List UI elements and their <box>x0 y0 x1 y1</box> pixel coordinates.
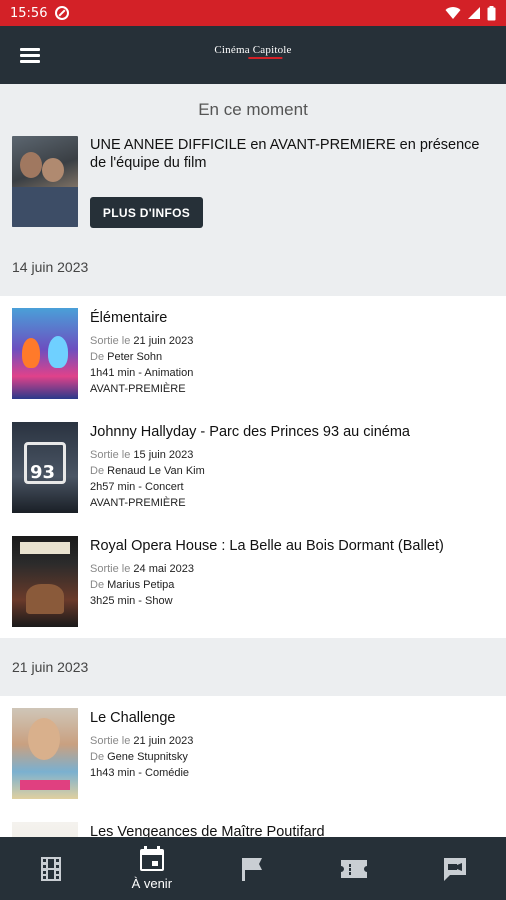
main-content[interactable]: En ce moment UNE ANNEE DIFFICILE en AVAN… <box>0 84 506 837</box>
by-label: De <box>90 351 105 363</box>
movie-title: Royal Opera House : La Belle au Bois Dor… <box>90 538 444 554</box>
release-date: 21 juin 2023 <box>133 735 194 747</box>
release-line: Sortie le 21 juin 2023 <box>90 735 193 747</box>
movie-poster[interactable] <box>12 708 78 799</box>
movie-item[interactable]: 93 Johnny Hallyday - Parc des Princes 93… <box>0 410 506 524</box>
menu-button[interactable] <box>0 26 60 84</box>
tab-a-venir[interactable]: À venir <box>101 837 202 900</box>
release-label: Sortie le <box>90 449 131 461</box>
movie-details: 1h41 min - Animation <box>90 367 194 379</box>
movie-details: 1h43 min - Comédie <box>90 767 190 779</box>
hamburger-icon <box>20 48 40 63</box>
director-line: De Gene Stupnitsky <box>90 751 188 763</box>
calendar-icon <box>139 846 164 871</box>
movie-title: Le Challenge <box>90 710 176 726</box>
release-date: 15 juin 2023 <box>133 449 194 461</box>
cinema-logo: Cinéma Capitole <box>214 44 291 59</box>
release-label: Sortie le <box>90 335 131 347</box>
movie-poster[interactable] <box>12 308 78 399</box>
tab-messages[interactable] <box>405 837 506 900</box>
logo-underline <box>248 57 283 59</box>
director-line: De Renaud Le Van Kim <box>90 465 205 477</box>
tab-label: À venir <box>131 876 173 891</box>
status-time: 15:56 <box>10 5 48 21</box>
release-line: Sortie le 21 juin 2023 <box>90 335 193 347</box>
movie-title: Les Vengeances de Maître Poutifard <box>90 824 325 837</box>
director: Peter Sohn <box>107 351 163 363</box>
app-bar: Cinéma Capitole <box>0 26 506 84</box>
movie-tag: AVANT-PREMIÈRE <box>90 497 186 509</box>
movie-details: 3h25 min - Show <box>90 595 173 607</box>
movie-details: 2h57 min - Concert <box>90 481 184 493</box>
release-label: Sortie le <box>90 563 131 575</box>
by-label: De <box>90 465 105 477</box>
release-date: 21 juin 2023 <box>133 335 194 347</box>
flag-icon <box>242 857 262 881</box>
featured-poster[interactable] <box>12 136 78 227</box>
movie-item[interactable]: Élémentaire Sortie le 21 juin 2023 De Pe… <box>0 296 506 410</box>
ticket-icon <box>341 859 368 878</box>
release-date: 24 mai 2023 <box>133 563 194 575</box>
movie-poster[interactable] <box>12 822 78 837</box>
movie-poster[interactable]: 93 <box>12 422 78 513</box>
director-line: De Marius Petipa <box>90 579 174 591</box>
director: Renaud Le Van Kim <box>107 465 205 477</box>
bottom-tab-bar: À venir <box>0 837 506 900</box>
director-line: De Peter Sohn <box>90 351 162 363</box>
section-title: En ce moment <box>198 100 308 119</box>
featured-section: En ce moment UNE ANNEE DIFFICILE en AVAN… <box>0 84 506 238</box>
wifi-icon <box>445 7 461 20</box>
movie-title: Élémentaire <box>90 310 168 326</box>
film-icon <box>40 856 61 881</box>
by-label: De <box>90 579 105 591</box>
logo-text: Cinéma Capitole <box>214 44 292 56</box>
tab-films[interactable] <box>0 837 101 900</box>
movie-poster[interactable] <box>12 536 78 627</box>
tab-flag[interactable] <box>202 837 303 900</box>
director: Gene Stupnitsky <box>107 751 188 763</box>
tab-tickets[interactable] <box>304 837 405 900</box>
date-header: 14 juin 2023 <box>0 238 506 296</box>
signal-icon <box>468 7 480 19</box>
release-line: Sortie le 15 juin 2023 <box>90 449 193 461</box>
movie-item[interactable]: Le Challenge Sortie le 21 juin 2023 De G… <box>0 696 506 810</box>
battery-icon <box>487 5 496 20</box>
release-line: Sortie le 24 mai 2023 <box>90 563 194 575</box>
message-icon <box>444 857 467 881</box>
notification-blocked-icon <box>55 6 70 20</box>
featured-text: UNE ANNEE DIFFICILE en AVANT-PREMIERE en… <box>90 137 480 171</box>
by-label: De <box>90 751 105 763</box>
movie-title: Johnny Hallyday - Parc des Princes 93 au… <box>90 424 410 440</box>
release-label: Sortie le <box>90 735 131 747</box>
movie-item[interactable]: Royal Opera House : La Belle au Bois Dor… <box>0 524 506 636</box>
status-bar: 15:56 <box>0 0 506 26</box>
date-header: 21 juin 2023 <box>0 638 506 696</box>
more-info-button[interactable]: PLUS D'INFOS <box>90 197 203 228</box>
movie-tag: AVANT-PREMIÈRE <box>90 383 186 395</box>
movie-item[interactable]: Les Vengeances de Maître Poutifard <box>0 810 506 837</box>
director: Marius Petipa <box>107 579 175 591</box>
